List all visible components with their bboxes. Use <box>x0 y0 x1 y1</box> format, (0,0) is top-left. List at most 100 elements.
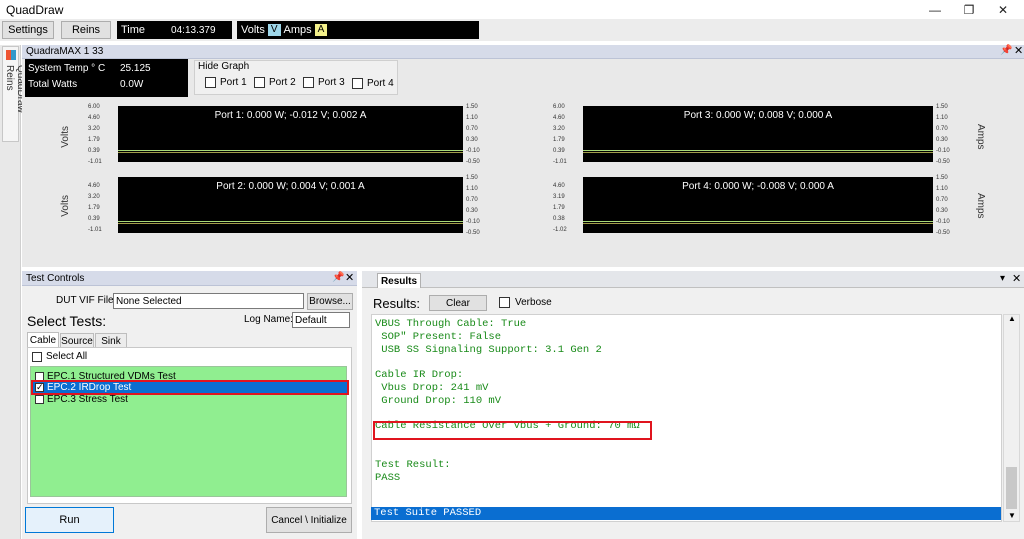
console-line: Vbus Drop: 241 mV <box>375 382 489 394</box>
restore-icon[interactable]: ❐ <box>952 0 986 19</box>
minimize-icon[interactable]: — <box>918 0 952 19</box>
right-tick-label: 1.10 <box>466 186 478 192</box>
console-line: USB SS Signaling Support: 3.1 Gen 2 <box>375 343 602 356</box>
test-item-label: EPC.3 Stress Test <box>47 394 128 405</box>
test-item-epc2[interactable]: ✓ EPC.2 IRDrop Test <box>31 380 349 395</box>
time-display: Time 04:13.379 <box>117 21 232 39</box>
system-status-box: System Temp ° C 25.125 Total Watts 0.0W <box>25 59 188 97</box>
test-controls-close-icon[interactable]: ✕ <box>345 271 354 284</box>
right-tick-label: 0.70 <box>466 197 478 203</box>
cancel-initialize-button[interactable]: Cancel \ Initialize <box>266 507 352 533</box>
left-tick-label: 3.20 <box>553 126 565 132</box>
temp-label: System Temp ° C <box>28 63 106 74</box>
hide-port-2-checkbox[interactable]: Port 2 <box>254 77 296 88</box>
left-tick-label: 6.00 <box>553 104 565 110</box>
checkbox-icon <box>352 78 363 89</box>
meter-display: Volts V Amps A <box>237 21 479 39</box>
right-tick-label: -0.50 <box>466 230 480 236</box>
scrollbar-thumb[interactable] <box>1006 467 1017 509</box>
port-4-graph: Port 4: 0.000 W; -0.008 V; 0.000 A <box>583 177 933 233</box>
right-tick-label: -0.10 <box>936 148 950 154</box>
console-line: Ground Drop: 110 mV <box>375 394 502 407</box>
right-tick-label: 0.30 <box>466 208 478 214</box>
toolbar: Settings Reins Time 04:13.379 Volts V Am… <box>0 19 1024 41</box>
results-console[interactable]: VBUS Through Cable: True SOP" Present: F… <box>371 314 1002 522</box>
left-tick-label: 0.38 <box>553 216 565 222</box>
pin-icon[interactable]: 📌 <box>1000 45 1012 56</box>
amps-badge[interactable]: A <box>314 24 328 36</box>
run-button[interactable]: Run <box>25 507 114 533</box>
console-line: SOP" Present: False <box>375 330 502 343</box>
left-tick-label: 3.20 <box>88 194 100 200</box>
browse-button[interactable]: Browse... <box>307 293 353 310</box>
scroll-up-icon[interactable]: ▲ <box>1008 314 1016 323</box>
test-item-epc1[interactable]: EPC.1 Structured VDMs Test <box>35 371 176 382</box>
dut-vif-field[interactable]: None Selected <box>113 293 304 309</box>
port-1-graph: Port 1: 0.000 W; -0.012 V; 0.002 A <box>118 106 463 162</box>
tab-sink[interactable]: Sink <box>95 333 127 348</box>
left-tick-label: 4.60 <box>88 183 100 189</box>
title-bar: QuadDraw — ❐ ✕ <box>0 0 1024 19</box>
port-2-graph: Port 2: 0.000 W; 0.004 V; 0.001 A <box>118 177 463 233</box>
right-tick-label: 1.50 <box>466 104 478 110</box>
volts-axis-label-top: Volts <box>60 126 71 148</box>
pin-icon[interactable]: 📌 <box>332 272 344 283</box>
checkbox-icon <box>35 372 44 381</box>
right-tick-label: -0.50 <box>936 230 950 236</box>
verbose-checkbox[interactable]: Verbose <box>499 297 552 308</box>
right-tick-label: -0.50 <box>466 159 480 165</box>
volts-badge[interactable]: V <box>267 24 281 36</box>
test-controls-header: Test Controls 📌 ✕ <box>22 271 357 286</box>
test-controls-title: Test Controls <box>26 273 85 284</box>
panel-close-icon[interactable]: ✕ <box>1014 44 1023 57</box>
right-tick-label: 0.30 <box>936 137 948 143</box>
checkbox-icon <box>499 297 510 308</box>
tab-source[interactable]: Source <box>60 333 94 348</box>
results-header: ▾ ✕ <box>362 271 1024 288</box>
device-panel-title: QuadraMAX 1 33 <box>26 46 104 57</box>
left-tick-label: -1.02 <box>553 227 567 233</box>
results-close-icon[interactable]: ✕ <box>1012 272 1021 285</box>
hide-port-1-checkbox[interactable]: Port 1 <box>205 77 247 88</box>
hide-port-3-checkbox[interactable]: Port 3 <box>303 77 345 88</box>
graph-title: Port 4: 0.000 W; -0.008 V; 0.000 A <box>682 181 834 192</box>
graph-title: Port 3: 0.000 W; 0.008 V; 0.000 A <box>683 110 833 121</box>
test-item-epc3[interactable]: EPC.3 Stress Test <box>35 394 128 405</box>
settings-button[interactable]: Settings <box>2 21 54 39</box>
port-3-graph: Port 3: 0.000 W; 0.008 V; 0.000 A <box>583 106 933 162</box>
right-tick-label: 1.10 <box>936 115 948 121</box>
tab-cable[interactable]: Cable <box>27 332 59 347</box>
test-item-label: EPC.1 Structured VDMs Test <box>47 371 176 382</box>
dut-vif-label: DUT VIF File: <box>56 295 117 306</box>
results-scrollbar[interactable]: ▲ ▼ <box>1003 314 1020 522</box>
left-tick-label: 4.60 <box>88 115 100 121</box>
log-name-field[interactable]: Default <box>292 312 350 328</box>
checkbox-icon <box>254 77 265 88</box>
left-tick-label: 6.00 <box>88 104 100 110</box>
quaddraw-reins-side-tab[interactable]: QuadDraw Reins <box>2 46 26 142</box>
console-line: Test Result: <box>375 458 451 471</box>
hide-port-1-label: Port 1 <box>220 77 247 88</box>
graph-title: Port 1: 0.000 W; -0.012 V; 0.002 A <box>214 110 367 121</box>
results-menu-icon[interactable]: ▾ <box>1000 273 1005 284</box>
watts-label: Total Watts <box>28 79 78 90</box>
current-trace <box>118 223 463 224</box>
close-icon[interactable]: ✕ <box>986 0 1020 19</box>
select-all-checkbox[interactable]: Select All <box>32 351 87 362</box>
left-tick-label: 1.79 <box>88 205 100 211</box>
tab-results[interactable]: Results <box>377 273 421 288</box>
reins-button[interactable]: Reins <box>61 21 111 39</box>
right-tick-label: 0.30 <box>936 208 948 214</box>
amps-axis-label-bottom: Amps <box>975 193 986 219</box>
hide-port-4-checkbox[interactable]: Port 4 <box>352 78 394 89</box>
voltage-trace <box>118 150 463 151</box>
checkbox-icon <box>32 351 42 362</box>
volts-label: Volts <box>241 24 265 36</box>
left-tick-label: -1.01 <box>88 227 102 233</box>
temp-value: 25.125 <box>120 63 151 74</box>
test-item-label: EPC.2 IRDrop Test <box>47 382 132 393</box>
clear-button[interactable]: Clear <box>429 295 487 311</box>
voltage-trace <box>583 221 933 222</box>
voltage-trace <box>118 221 463 222</box>
scroll-down-icon[interactable]: ▼ <box>1008 511 1016 520</box>
